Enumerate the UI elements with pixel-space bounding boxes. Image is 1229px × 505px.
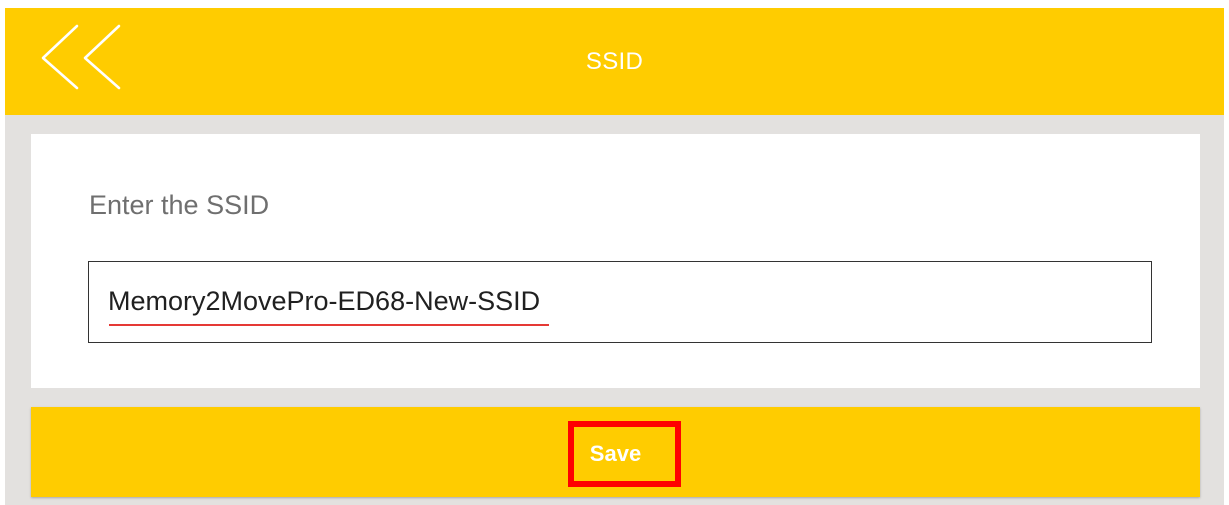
page-title: SSID — [585, 48, 644, 75]
ssid-input-value: Memory2MovePro-ED68-New-SSID — [108, 286, 541, 316]
save-highlight-box — [568, 421, 681, 487]
app-screen: SSID Enter the SSID Memory2MovePro-ED68-… — [5, 8, 1224, 505]
ssid-form-card: Enter the SSID Memory2MovePro-ED68-New-S… — [31, 134, 1200, 388]
ssid-field-label: Enter the SSID — [89, 190, 270, 220]
save-bar[interactable]: Save — [31, 407, 1200, 497]
spellcheck-underline — [109, 324, 549, 326]
header-bar: SSID — [5, 8, 1224, 115]
ssid-input[interactable]: Memory2MovePro-ED68-New-SSID — [88, 261, 1152, 343]
